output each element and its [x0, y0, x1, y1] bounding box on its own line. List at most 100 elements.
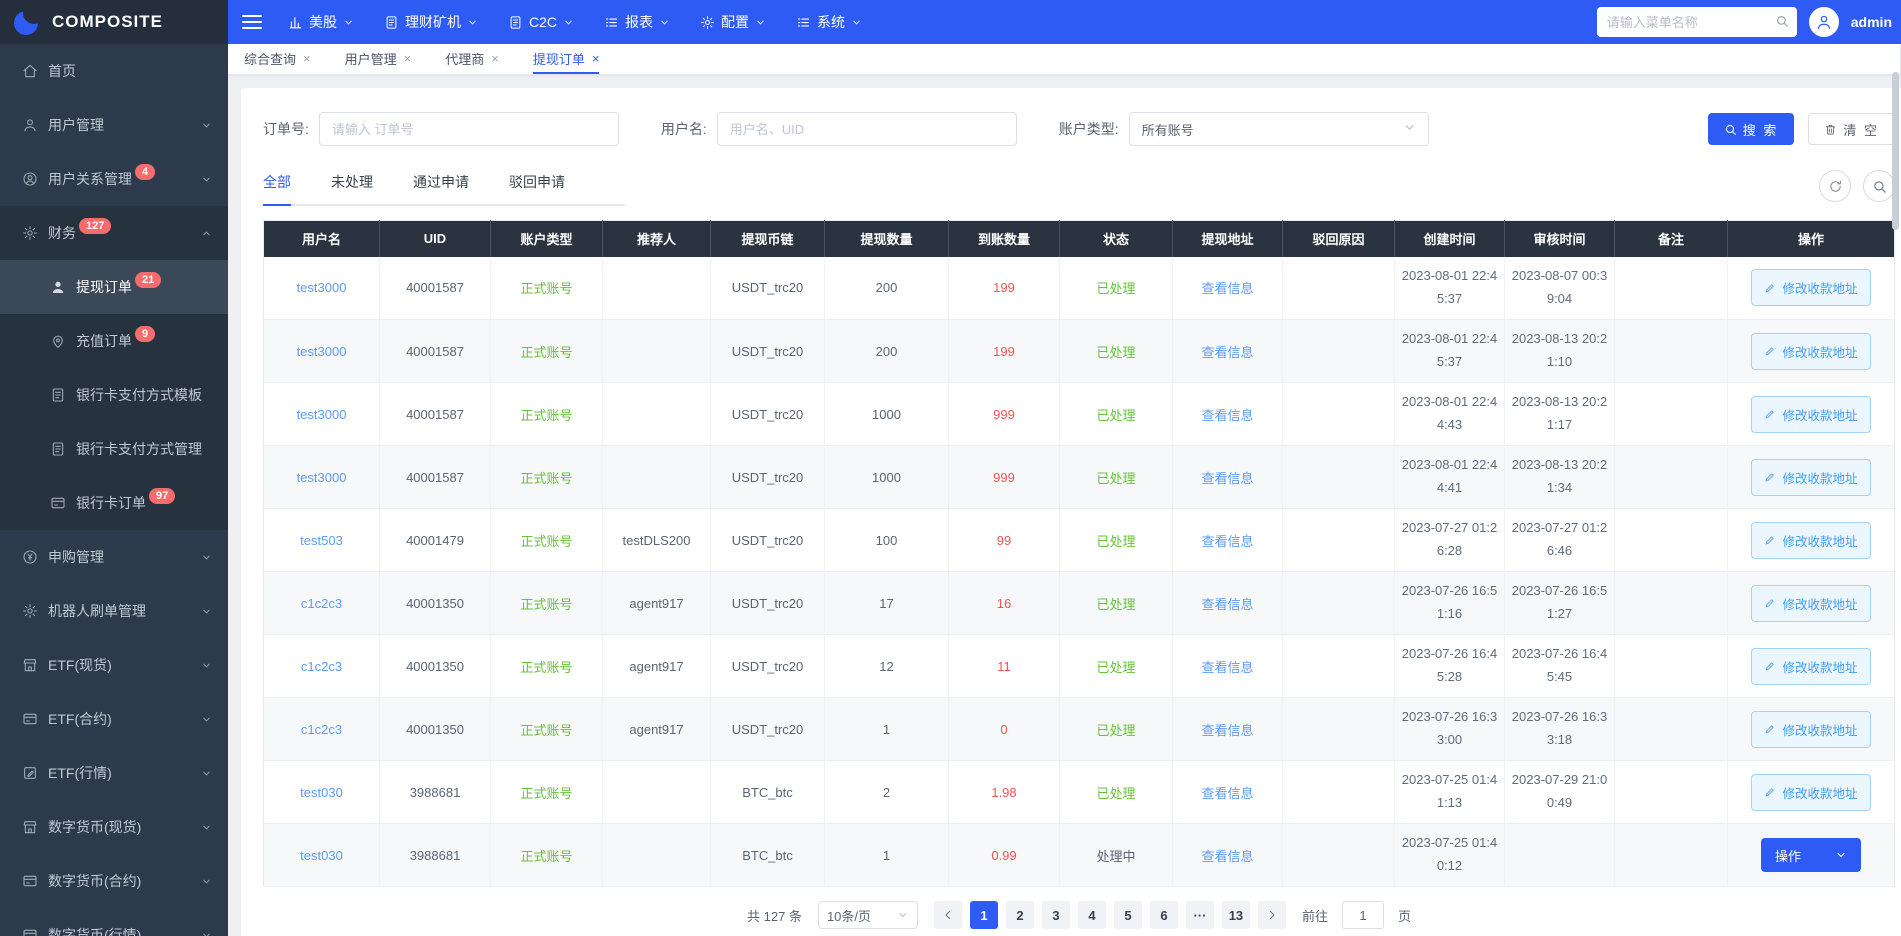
table-row: c1c2c340001350正式账号agent917USDT_trc201211…: [264, 635, 1895, 698]
edit-payee-address-button[interactable]: 修改收款地址: [1751, 396, 1870, 433]
sidebar-item-5[interactable]: 充值订单 9: [0, 314, 228, 368]
close-icon[interactable]: ×: [404, 51, 412, 66]
hamburger-icon[interactable]: [242, 15, 262, 29]
close-icon[interactable]: ×: [592, 51, 600, 66]
order-no-input[interactable]: [319, 112, 619, 146]
edit-payee-address-button[interactable]: 修改收款地址: [1751, 774, 1870, 811]
navbar-menu-5[interactable]: 系统: [796, 12, 862, 32]
sidebar-item-13[interactable]: ETF(行情): [0, 746, 228, 800]
edit-payee-address-button[interactable]: 修改收款地址: [1751, 333, 1870, 370]
edit-payee-address-button[interactable]: 修改收款地址: [1751, 459, 1870, 496]
address-value[interactable]: 查看信息: [1201, 345, 1253, 360]
page-button-3[interactable]: 3: [1042, 901, 1070, 929]
user-name[interactable]: admin: [1851, 14, 1892, 30]
address-value[interactable]: 查看信息: [1201, 534, 1253, 549]
refresh-icon[interactable]: [1819, 170, 1851, 202]
sidebar-item-12[interactable]: ETF(合约): [0, 692, 228, 746]
edit-payee-address-button[interactable]: 修改收款地址: [1751, 648, 1870, 685]
referrer-value: agent917: [629, 659, 683, 674]
clear-button[interactable]: 清 空: [1808, 113, 1895, 145]
username-value[interactable]: test3000: [297, 407, 347, 422]
prev-page-button[interactable]: [934, 901, 962, 929]
address-value[interactable]: 查看信息: [1201, 408, 1253, 423]
address-value[interactable]: 查看信息: [1201, 597, 1253, 612]
sidebar-item-8[interactable]: 银行卡订单 97: [0, 476, 228, 530]
close-icon[interactable]: ×: [491, 51, 499, 66]
navbar-menu-2[interactable]: C2C: [508, 14, 574, 30]
sidebar-item-3[interactable]: 财务 127: [0, 206, 228, 260]
sidebar-item-9[interactable]: 申购管理: [0, 530, 228, 584]
worktab-2[interactable]: 代理商 ×: [445, 44, 499, 74]
address-value[interactable]: 查看信息: [1201, 723, 1253, 738]
search-button[interactable]: 搜 索: [1708, 113, 1795, 145]
username-value[interactable]: test030: [300, 785, 343, 800]
next-page-button[interactable]: [1258, 901, 1286, 929]
address-value[interactable]: 查看信息: [1201, 281, 1253, 296]
address-value[interactable]: 查看信息: [1201, 849, 1253, 864]
cell-account_type: 正式账号: [491, 320, 603, 383]
pencil-icon: [1764, 282, 1776, 294]
username-value[interactable]: c1c2c3: [301, 722, 342, 737]
sidebar-item-2[interactable]: 用户关系管理 4: [0, 152, 228, 206]
sidebar-item-7[interactable]: 银行卡支付方式管理: [0, 422, 228, 476]
username-value[interactable]: c1c2c3: [301, 596, 342, 611]
amount-value: 100: [876, 533, 898, 548]
edit-payee-address-button[interactable]: 修改收款地址: [1751, 585, 1870, 622]
vertical-scrollbar-thumb[interactable]: [1892, 72, 1899, 230]
cell-action: 修改收款地址: [1728, 257, 1895, 320]
avatar[interactable]: [1809, 7, 1839, 37]
search-icon[interactable]: [1775, 14, 1789, 33]
navbar-menu-0[interactable]: 美股: [288, 12, 354, 32]
page-button-1[interactable]: 1: [970, 901, 998, 929]
page-button-13[interactable]: 13: [1222, 901, 1250, 929]
worktab-3[interactable]: 提现订单 ×: [533, 44, 600, 74]
page-button-2[interactable]: 2: [1006, 901, 1034, 929]
account-type-select[interactable]: 所有账号: [1129, 112, 1429, 146]
sidebar-item-1[interactable]: 用户管理: [0, 98, 228, 152]
chart-icon: [288, 15, 303, 30]
username-value[interactable]: test3000: [297, 470, 347, 485]
status-subtab-0[interactable]: 全部: [263, 172, 291, 206]
address-value[interactable]: 查看信息: [1201, 786, 1253, 801]
navbar-menu-3[interactable]: 报表: [604, 12, 670, 32]
sidebar-item-6[interactable]: 银行卡支付方式模板: [0, 368, 228, 422]
reviewed-value: 2023-08-13 20:21:34: [1512, 457, 1607, 495]
sidebar-item-11[interactable]: ETF(现货): [0, 638, 228, 692]
worktab-0[interactable]: 综合查询 ×: [244, 44, 311, 74]
sidebar-item-14[interactable]: 数字货币(现货): [0, 800, 228, 854]
status-subtab-1[interactable]: 未处理: [331, 172, 373, 206]
status-value: 已处理: [1096, 345, 1135, 360]
username-input[interactable]: [717, 112, 1017, 146]
sidebar-item-0[interactable]: 首页: [0, 44, 228, 98]
action-dropdown-button[interactable]: 操作: [1761, 838, 1861, 872]
menu-search-input[interactable]: [1597, 7, 1797, 37]
page-button-4[interactable]: 4: [1078, 901, 1106, 929]
edit-payee-address-button[interactable]: 修改收款地址: [1751, 269, 1870, 306]
page-ellipsis-button[interactable]: ···: [1186, 901, 1214, 929]
address-value[interactable]: 查看信息: [1201, 471, 1253, 486]
edit-payee-address-button[interactable]: 修改收款地址: [1751, 711, 1870, 748]
username-value[interactable]: test503: [300, 533, 343, 548]
status-subtab-3[interactable]: 驳回申请: [509, 172, 565, 206]
navbar-menu-4[interactable]: 配置: [700, 12, 766, 32]
sidebar-item-16[interactable]: 数字货币(行情): [0, 908, 228, 936]
username-value[interactable]: test3000: [297, 280, 347, 295]
sidebar-item-15[interactable]: 数字货币(合约): [0, 854, 228, 908]
cell-action: 修改收款地址: [1728, 320, 1895, 383]
sidebar-item-10[interactable]: 机器人刷单管理: [0, 584, 228, 638]
address-value[interactable]: 查看信息: [1201, 660, 1253, 675]
status-subtab-2[interactable]: 通过申请: [413, 172, 469, 206]
worktab-1[interactable]: 用户管理 ×: [345, 44, 412, 74]
close-icon[interactable]: ×: [303, 51, 311, 66]
page-button-5[interactable]: 5: [1114, 901, 1142, 929]
username-value[interactable]: c1c2c3: [301, 659, 342, 674]
edit-payee-address-button[interactable]: 修改收款地址: [1751, 522, 1870, 559]
navbar-menu-1[interactable]: 理财矿机: [384, 12, 478, 32]
username-value[interactable]: test030: [300, 848, 343, 863]
goto-page-input[interactable]: [1342, 901, 1384, 929]
username-value[interactable]: test3000: [297, 344, 347, 359]
page-button-6[interactable]: 6: [1150, 901, 1178, 929]
page-size-select[interactable]: 10条/页: [818, 901, 918, 929]
magnifier-icon[interactable]: [1863, 170, 1895, 202]
sidebar-item-4[interactable]: 提现订单 21: [0, 260, 228, 314]
